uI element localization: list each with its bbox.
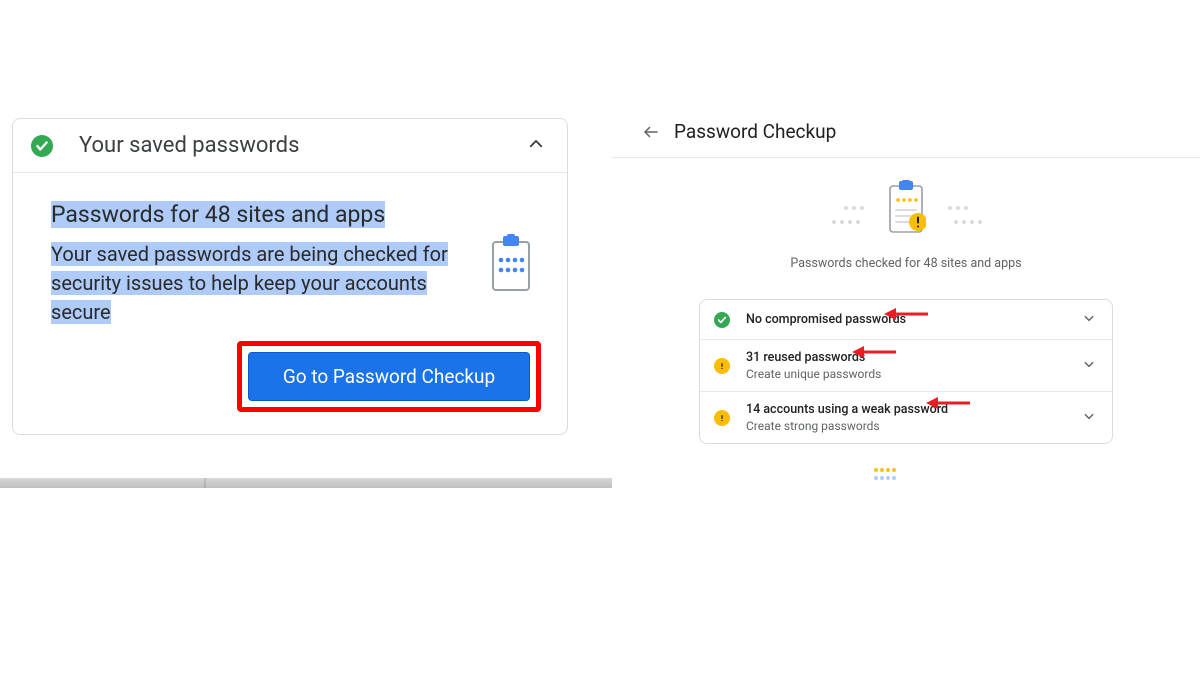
chevron-down-icon (1082, 310, 1096, 329)
partial-decorative-icon (870, 464, 900, 482)
selection-highlight: Your saved passwords are being checked f… (51, 242, 448, 324)
status-warning-icon (714, 358, 730, 374)
chevron-up-icon (527, 135, 545, 157)
password-checkup-page: Password Checkup (612, 112, 1200, 444)
window-shadow-strip (0, 478, 612, 488)
back-arrow-icon[interactable] (642, 123, 660, 141)
card-header[interactable]: Your saved passwords (13, 119, 567, 173)
checked-summary-text: Passwords checked for 48 sites and apps (790, 256, 1021, 271)
row-subtitle: Create unique passwords (746, 367, 1082, 381)
row-title: 31 reused passwords (746, 350, 1082, 365)
page-title: Password Checkup (674, 120, 836, 143)
checkup-results-list: No compromised passwords 31 reused passw… (699, 299, 1113, 444)
clipboard-warning-icon (886, 180, 926, 242)
clipboard-icon (487, 234, 535, 294)
card-description: Your saved passwords are being checked f… (51, 240, 459, 327)
result-row-reused[interactable]: 31 reused passwords Create unique passwo… (700, 339, 1112, 391)
status-ok-icon (714, 312, 730, 328)
row-title: No compromised passwords (746, 312, 1082, 327)
card-title: Your saved passwords (79, 133, 527, 158)
card-subtitle: Passwords for 48 sites and apps (51, 199, 535, 230)
result-row-weak[interactable]: 14 accounts using a weak password Create… (700, 391, 1112, 443)
hero-section: Passwords checked for 48 sites and apps (612, 158, 1200, 285)
chevron-down-icon (1082, 356, 1096, 375)
card-body: Passwords for 48 sites and apps Your sav… (13, 173, 567, 434)
status-warning-icon (714, 410, 730, 426)
result-row-compromised[interactable]: No compromised passwords (700, 300, 1112, 339)
row-subtitle: Create strong passwords (746, 419, 1082, 433)
annotation-highlight-box: Go to Password Checkup (237, 341, 541, 412)
go-to-password-checkup-button[interactable]: Go to Password Checkup (248, 352, 530, 401)
saved-passwords-card: Your saved passwords Passwords for 48 si… (12, 118, 568, 435)
chevron-down-icon (1082, 408, 1096, 427)
selection-highlight: Passwords for 48 sites and apps (51, 201, 385, 228)
page-header: Password Checkup (612, 112, 1200, 158)
row-title: 14 accounts using a weak password (746, 402, 1082, 417)
check-circle-icon (31, 135, 53, 157)
hero-graphic (816, 180, 996, 246)
